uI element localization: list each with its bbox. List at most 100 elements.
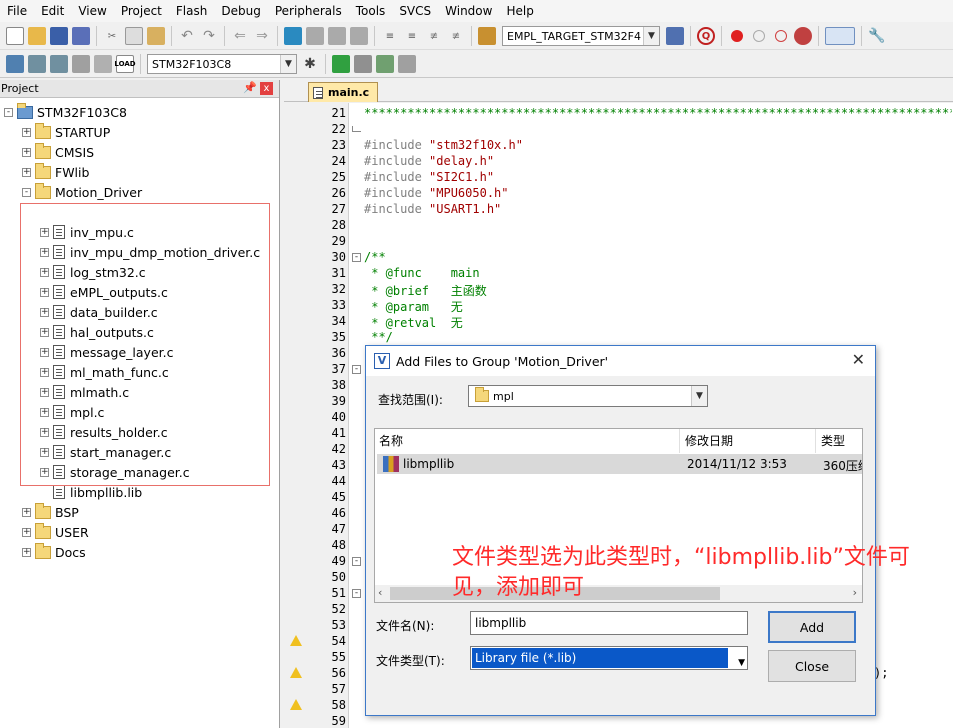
lookin-label: 查找范围(I): — [378, 393, 443, 407]
line-number: 47 — [331, 522, 346, 536]
close-button[interactable]: Close — [768, 650, 856, 682]
download-icon[interactable]: LOAD — [114, 55, 136, 73]
file-extensions-icon[interactable] — [354, 55, 372, 73]
menu-item-svcs[interactable]: SVCS — [392, 0, 438, 22]
pack-installer-icon[interactable] — [398, 55, 416, 73]
menu-item-edit[interactable]: Edit — [34, 0, 71, 22]
tree-group[interactable]: + FWlib — [22, 162, 89, 182]
tree-group[interactable]: + STARTUP — [22, 122, 110, 142]
main-toolbar: ✂ ↶ ↷ ⇐ ⇒ ≡ ≡ ≢ ≢ EMPL_TARGET_STM32F4 ▼ … — [0, 23, 953, 50]
line-number: 37 — [331, 362, 346, 376]
manage-components-icon[interactable] — [332, 55, 350, 73]
filetype-select[interactable]: Library file (*.lib) ▼ — [470, 646, 748, 670]
code-line: #include "stm32f10x.h" — [364, 138, 523, 152]
redo-icon[interactable]: ↷ — [200, 27, 218, 45]
tree-label: USER — [55, 524, 89, 540]
column-type[interactable]: 类型 — [817, 429, 862, 453]
bookmark-icon[interactable] — [284, 27, 302, 45]
next-bookmark-icon[interactable] — [328, 27, 346, 45]
menu-item-help[interactable]: Help — [499, 0, 540, 22]
add-button[interactable]: Add — [768, 611, 856, 643]
column-date[interactable]: 修改日期 — [681, 429, 816, 453]
line-number: 38 — [331, 378, 346, 392]
tree-label: STARTUP — [55, 124, 111, 140]
device-select[interactable]: STM32F103C8 ▼ — [147, 54, 297, 74]
translate-icon[interactable] — [6, 55, 24, 73]
find-in-files-icon[interactable] — [478, 27, 496, 45]
lookin-select[interactable]: mpl ▼ — [468, 385, 708, 407]
filetype-value: Library file (*.lib) — [472, 648, 728, 668]
menu-item-debug[interactable]: Debug — [214, 0, 267, 22]
scroll-left-icon[interactable]: ‹ — [378, 586, 382, 599]
menu-item-window[interactable]: Window — [438, 0, 499, 22]
expand-icon[interactable]: + — [22, 167, 31, 177]
nav-forward-icon[interactable]: ⇒ — [253, 27, 271, 45]
rebuild-icon[interactable] — [50, 55, 68, 73]
configure-icon[interactable] — [666, 27, 684, 45]
build-icon[interactable] — [28, 55, 46, 73]
target-select[interactable]: EMPL_TARGET_STM32F4 ▼ — [502, 26, 660, 46]
nav-back-icon[interactable]: ⇐ — [231, 27, 249, 45]
line-number: 52 — [331, 602, 346, 616]
unindent-icon[interactable]: ≡ — [403, 27, 421, 45]
menu-item-project[interactable]: Project — [114, 0, 169, 22]
tab-main-c[interactable]: main.c — [308, 82, 378, 102]
prev-bookmark-icon[interactable] — [306, 27, 324, 45]
copy-icon[interactable] — [125, 27, 143, 45]
menu-item-peripherals[interactable]: Peripherals — [268, 0, 349, 22]
comment-icon[interactable]: ≢ — [425, 27, 443, 45]
menu-item-file[interactable]: File — [0, 0, 34, 22]
expand-icon[interactable]: + — [22, 547, 31, 557]
tree-label: Docs — [55, 544, 86, 560]
expand-icon[interactable]: + — [22, 507, 31, 517]
line-number: 43 — [331, 458, 346, 472]
target-options-icon[interactable]: ✱ — [301, 55, 319, 73]
cut-icon[interactable]: ✂ — [103, 27, 121, 45]
save-all-icon[interactable] — [72, 27, 90, 45]
line-number: 51 — [331, 586, 346, 600]
kill-breakpoints-icon[interactable] — [794, 27, 812, 45]
run-time-env-icon[interactable] — [376, 55, 394, 73]
comment-line: * @param 无 — [364, 300, 463, 314]
menu-item-tools[interactable]: Tools — [349, 0, 393, 22]
list-item[interactable]: libmpllib 2014/11/12 3:53 360压缩 — [377, 454, 862, 474]
collapse-icon[interactable]: - — [22, 187, 31, 197]
menu-item-flash[interactable]: Flash — [169, 0, 214, 22]
tree-group[interactable]: + Docs — [22, 542, 86, 562]
tree-root[interactable]: - STM32F103C8 — [4, 102, 127, 122]
undo-icon[interactable]: ↶ — [178, 27, 196, 45]
tree-group[interactable]: - Motion_Driver — [22, 182, 142, 202]
include-file: "delay.h" — [429, 154, 495, 168]
pin-icon[interactable]: 📌 — [243, 81, 257, 94]
tree-group[interactable]: + CMSIS — [22, 142, 94, 162]
disable-all-breakpoints-icon[interactable] — [775, 30, 787, 42]
expand-icon[interactable]: + — [22, 147, 31, 157]
batch-build-icon[interactable] — [72, 55, 90, 73]
fold-marker: - — [352, 557, 361, 566]
include-keyword: #include — [364, 154, 430, 168]
menu-item-view[interactable]: View — [71, 0, 113, 22]
close-icon[interactable]: x — [260, 82, 273, 95]
open-file-icon[interactable] — [28, 27, 46, 45]
close-icon[interactable]: ✕ — [852, 350, 865, 369]
new-file-icon[interactable] — [6, 27, 24, 45]
collapse-icon[interactable]: - — [4, 107, 13, 117]
disable-breakpoint-icon[interactable] — [753, 30, 765, 42]
tree-group[interactable]: + BSP — [22, 502, 79, 522]
clear-bookmarks-icon[interactable] — [350, 27, 368, 45]
breakpoint-icon[interactable] — [731, 30, 743, 42]
uncomment-icon[interactable]: ≢ — [447, 27, 465, 45]
filename-input[interactable]: libmpllib — [470, 611, 748, 635]
wrench-icon[interactable]: 🔧 — [868, 27, 886, 45]
line-number: 41 — [331, 426, 346, 440]
expand-icon[interactable]: + — [22, 127, 31, 137]
debug-start-icon[interactable]: Q — [697, 27, 715, 45]
stop-build-icon[interactable] — [94, 55, 112, 73]
paste-icon[interactable] — [147, 27, 165, 45]
expand-icon[interactable]: + — [22, 527, 31, 537]
save-icon[interactable] — [50, 27, 68, 45]
comment-line: **/ — [364, 330, 393, 344]
indent-icon[interactable]: ≡ — [381, 27, 399, 45]
window-layout-icon[interactable] — [825, 27, 855, 45]
tree-group[interactable]: + USER — [22, 522, 89, 542]
